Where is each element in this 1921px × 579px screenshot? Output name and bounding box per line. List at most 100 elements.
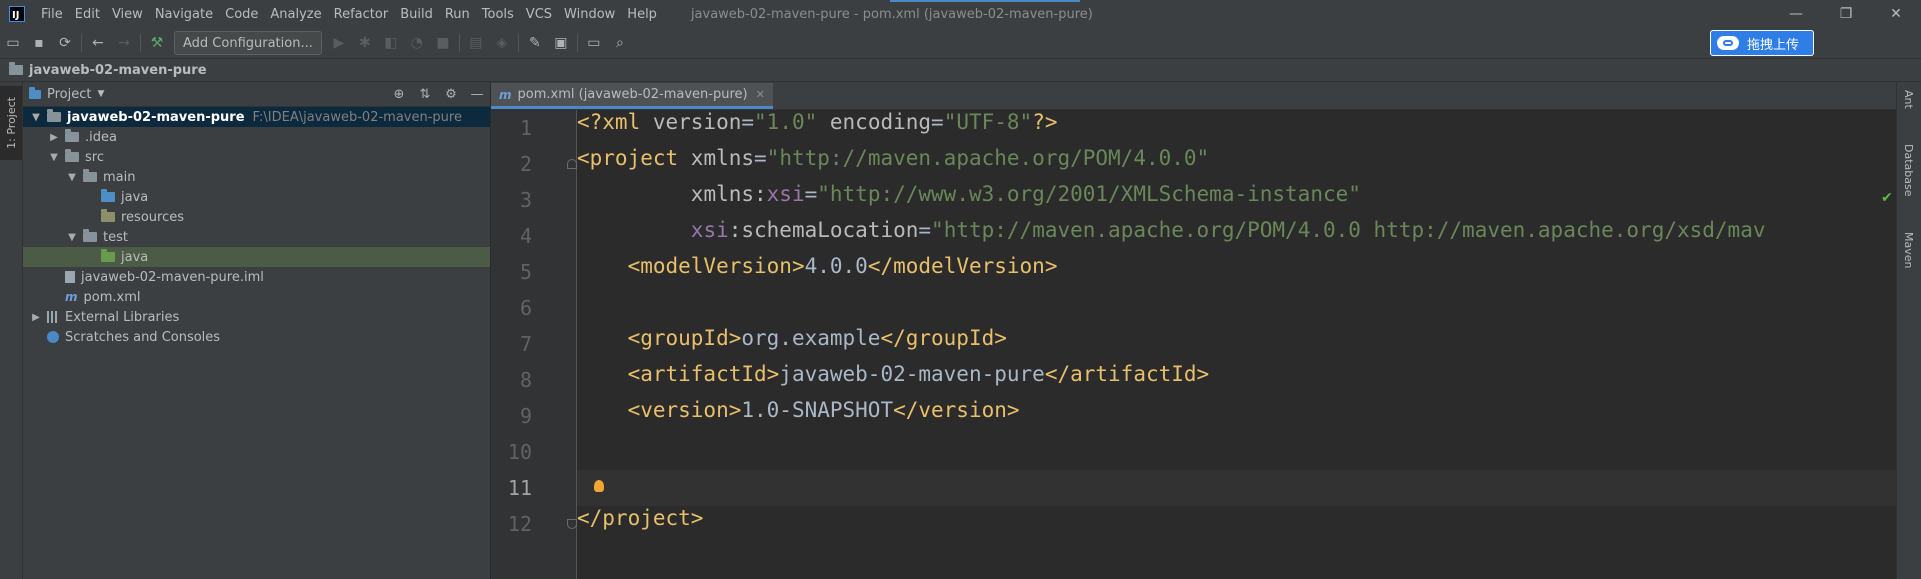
menu-help[interactable]: Help [621, 7, 663, 22]
project-view-selector[interactable]: Project ▼ [29, 86, 105, 102]
tree-node-label: java [121, 189, 149, 205]
editor-area: m pom.xml (javaweb-02-maven-pure) ✕ 1 2 … [491, 82, 1896, 579]
code-token: xsi [766, 182, 805, 206]
menu-run[interactable]: Run [439, 7, 476, 22]
tree-node-project-root[interactable]: ▼ javaweb-02-maven-pure F:\IDEA\javaweb-… [23, 107, 490, 127]
menu-edit[interactable]: Edit [69, 7, 106, 22]
hide-panel-icon[interactable]: — [464, 87, 490, 102]
debug-icon[interactable]: ✱ [352, 31, 378, 55]
code-token: = [754, 146, 767, 170]
editor-tab-pom[interactable]: m pom.xml (javaweb-02-maven-pure) ✕ [491, 83, 773, 109]
code-token: version [652, 110, 742, 134]
database-tool-tab[interactable]: Database [1902, 144, 1915, 197]
locate-icon[interactable]: ⊕ [386, 87, 412, 102]
tree-node-external-libraries[interactable]: ▶ External Libraries [23, 307, 490, 327]
menu-view[interactable]: View [106, 7, 149, 22]
maven-tool-tab[interactable]: Maven [1902, 232, 1915, 268]
back-arrow-icon[interactable]: ← [85, 31, 111, 55]
gear-icon[interactable]: ⚙ [438, 87, 464, 102]
coverage-icon[interactable]: ◧ [378, 31, 404, 55]
tree-node-test[interactable]: ▼ test [23, 227, 490, 247]
fold-marker-icon[interactable] [567, 519, 577, 529]
test-folder-icon [101, 249, 115, 262]
code-line-7: <groupId>org.example</groupId> [577, 326, 1896, 362]
code-token: </artifactId> [1044, 362, 1210, 386]
toolbar-separator [81, 34, 82, 52]
project-tool-tab[interactable]: 1: Project [0, 86, 22, 160]
tree-node-main-java[interactable]: java [23, 187, 490, 207]
search-icon[interactable]: ⌕ [607, 31, 633, 55]
chevron-down-icon: ▼ [97, 89, 105, 99]
line-number: 9 [519, 404, 532, 428]
save-all-icon[interactable]: ▪ [26, 31, 52, 55]
drag-upload-button[interactable]: 拖拽上传 [1710, 30, 1814, 56]
terminal-window-icon[interactable]: ▭ [581, 31, 607, 55]
code-token: <?xml [577, 110, 653, 134]
forward-arrow-icon[interactable]: → [111, 31, 137, 55]
build-hammer-icon[interactable]: ⚒ [144, 31, 170, 55]
vcs-update-icon[interactable]: ◈ [489, 31, 515, 55]
window-controls: — ❐ ✕ [1771, 0, 1921, 28]
tree-node-test-java[interactable]: java [23, 247, 490, 267]
stop-icon[interactable]: ■ [430, 31, 456, 55]
code-token: xmlns: [690, 182, 767, 206]
menu-file[interactable]: File [35, 7, 69, 22]
collapse-all-icon[interactable]: ⇅ [412, 87, 438, 102]
tree-node-main[interactable]: ▼ main [23, 167, 490, 187]
tree-node-idea[interactable]: ▶ .idea [23, 127, 490, 147]
menu-build[interactable]: Build [394, 7, 439, 22]
left-tool-stripe: 1: Project [0, 82, 23, 579]
folder-icon [83, 169, 97, 182]
code-token: encoding [817, 110, 932, 134]
scratches-icon [47, 331, 59, 343]
navigation-bar: javaweb-02-maven-pure [0, 59, 1921, 82]
code-token: <groupId> [627, 326, 742, 350]
minimize-icon[interactable]: — [1771, 0, 1821, 28]
menu-analyze[interactable]: Analyze [264, 7, 327, 22]
code-token: </project> [577, 506, 704, 530]
menu-vcs[interactable]: VCS [520, 7, 558, 22]
close-icon[interactable]: ✕ [756, 88, 765, 101]
tree-node-src[interactable]: ▼ src [23, 147, 490, 167]
tree-node-scratches[interactable]: Scratches and Consoles [23, 327, 490, 347]
line-number: 12 [507, 512, 532, 536]
tree-node-label: java [121, 249, 149, 265]
code-token: "UTF-8" [943, 110, 1033, 134]
menu-refactor[interactable]: Refactor [328, 7, 395, 22]
tree-node-pom[interactable]: m pom.xml [23, 287, 490, 307]
line-number-gutter: 1 2 3 4 5 6 7 8 9 10 11 12 [491, 110, 577, 579]
menu-window[interactable]: Window [558, 7, 621, 22]
sync-icon[interactable]: ⟳ [52, 31, 78, 55]
tree-node-iml[interactable]: javaweb-02-maven-pure.iml [23, 267, 490, 287]
iml-file-icon [65, 271, 75, 283]
restore-icon[interactable]: ❐ [1821, 0, 1871, 28]
tree-node-resources[interactable]: resources [23, 207, 490, 227]
tree-node-path: F:\IDEA\javaweb-02-maven-pure [252, 109, 462, 125]
code-token: "http://www.w3.org/2001/XMLSchema-instan… [817, 182, 1361, 206]
settings-wrench-icon[interactable]: ✎ [522, 31, 548, 55]
project-icon [29, 86, 41, 99]
code-line-5: <modelVersion>4.0.0</modelVersion> [577, 254, 1896, 290]
code-editor[interactable]: <?xml version="1.0" encoding="UTF-8"?> <… [577, 110, 1896, 579]
inspection-ok-icon: ✔ [1881, 190, 1893, 206]
project-structure-icon[interactable]: ▣ [548, 31, 574, 55]
code-token: = [804, 182, 818, 206]
fold-marker-icon[interactable] [567, 159, 577, 169]
add-configuration-button[interactable]: Add Configuration... [174, 31, 322, 55]
menu-code[interactable]: Code [219, 7, 264, 22]
title-accent-bar [890, 0, 1080, 2]
attach-debugger-icon[interactable]: ▤ [463, 31, 489, 55]
tree-node-label: Scratches and Consoles [65, 329, 221, 345]
code-line-2: <project xmlns="http://maven.apache.org/… [577, 146, 1896, 182]
run-icon[interactable]: ▶ [326, 31, 352, 55]
ant-tool-tab[interactable]: Ant [1902, 90, 1915, 109]
close-window-icon[interactable]: ✕ [1871, 0, 1921, 28]
profile-icon[interactable]: ◔ [404, 31, 430, 55]
menu-navigate[interactable]: Navigate [149, 7, 219, 22]
menu-tools[interactable]: Tools [476, 7, 520, 22]
intention-lightbulb-icon[interactable] [594, 480, 604, 492]
breadcrumb-project[interactable]: javaweb-02-maven-pure [29, 63, 207, 78]
editor-tab-label: pom.xml (javaweb-02-maven-pure) [517, 87, 748, 102]
open-folder-icon[interactable]: ▭ [0, 31, 26, 55]
